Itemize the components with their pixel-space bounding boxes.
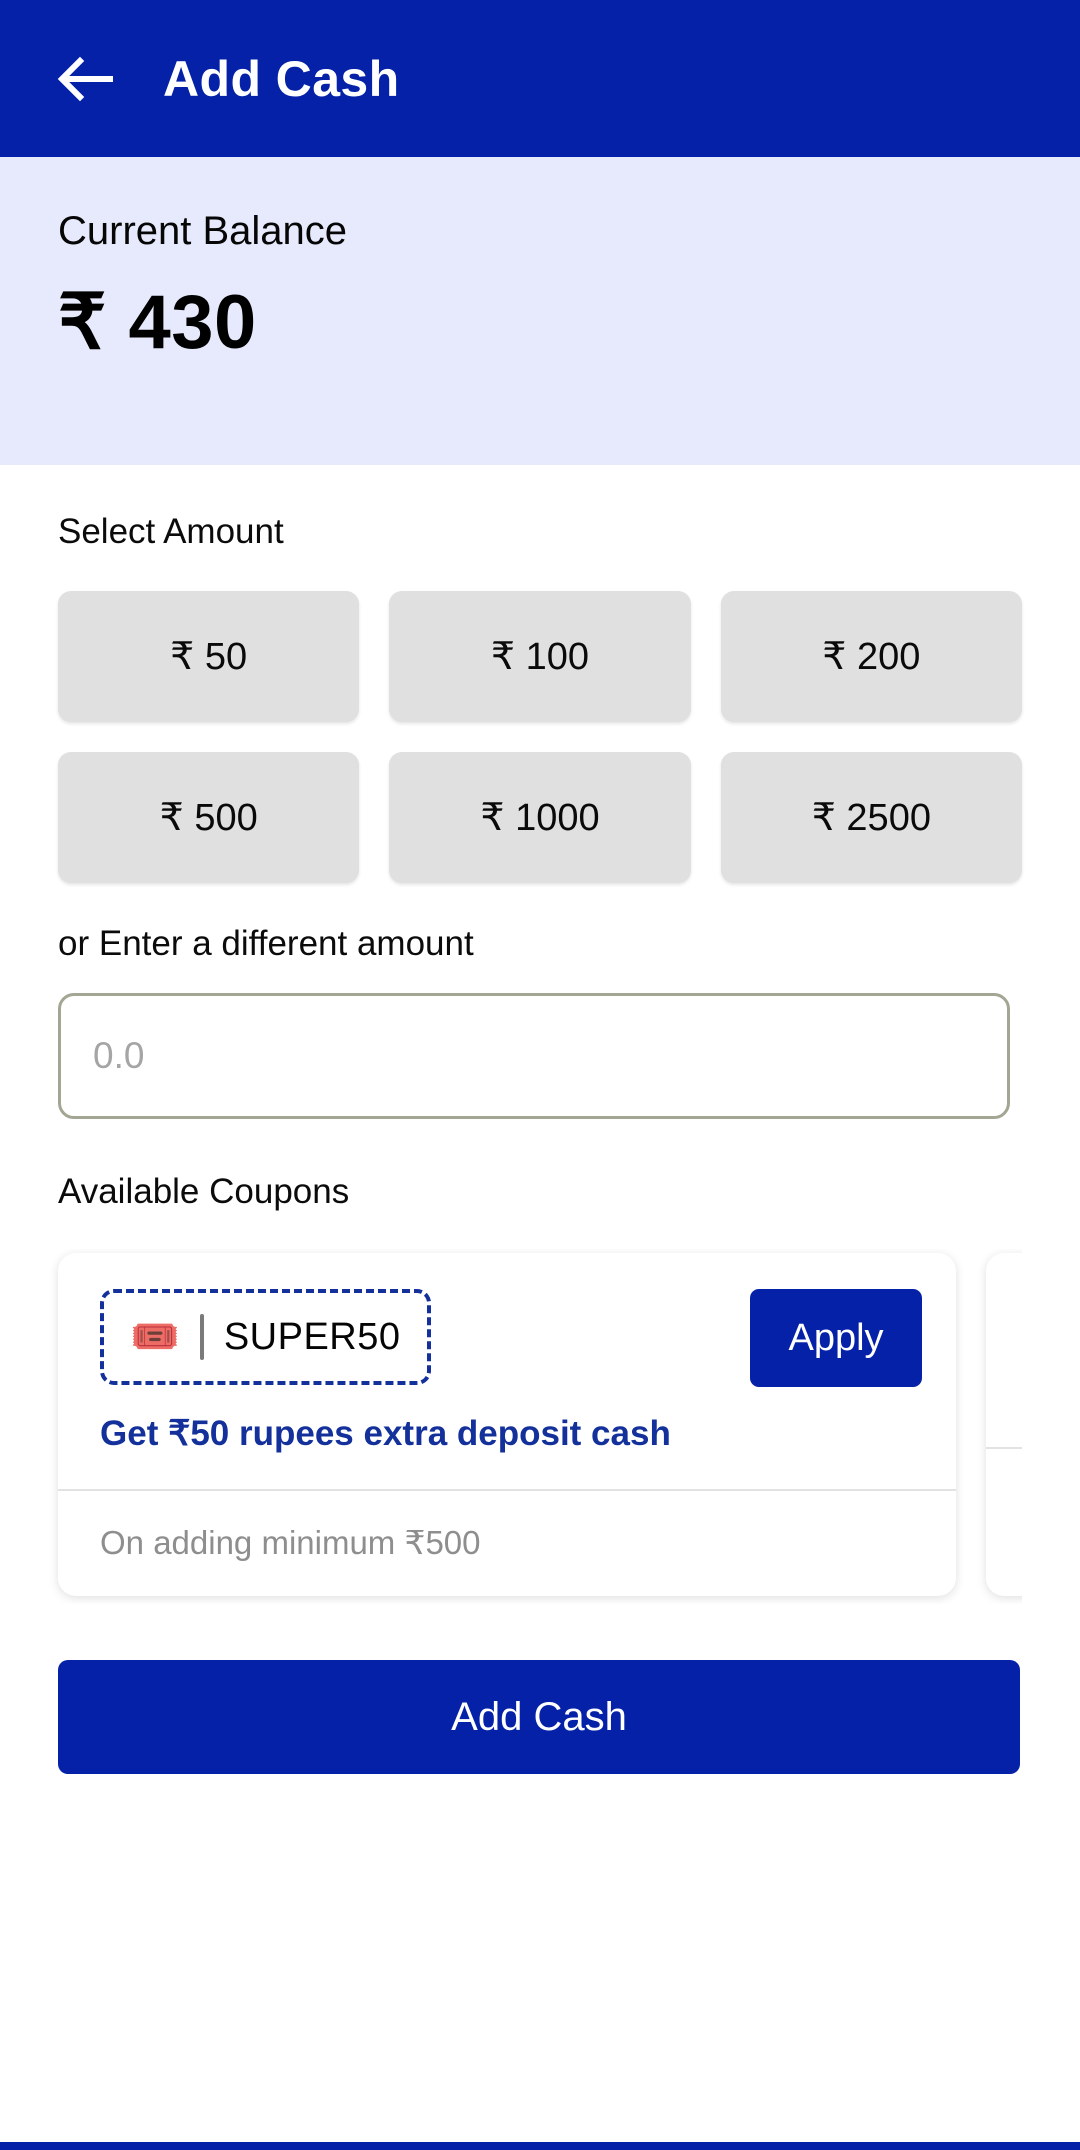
amount-chip-2500[interactable]: ₹ 2500 — [720, 752, 1022, 883]
content-area: Select Amount ₹ 50 ₹ 100 ₹ 200 ₹ 500 ₹ 1… — [0, 465, 1080, 2150]
bottom-navigation-strip — [0, 2142, 1080, 2150]
available-coupons-label: Available Coupons — [58, 1172, 350, 1211]
coupon-code: SUPER50 — [223, 1315, 401, 1358]
amount-chip-1000[interactable]: ₹ 1000 — [389, 752, 691, 883]
add-cash-button[interactable]: Add Cash — [58, 1660, 1020, 1774]
balance-label: Current Balance — [58, 209, 348, 253]
coupon-header — [986, 1253, 1022, 1387]
app-bar: Add Cash — [0, 0, 1080, 157]
add-cash-screen: Add Cash Current Balance ₹ 430 Select Am… — [0, 0, 1080, 2150]
divider — [199, 1314, 204, 1360]
arrow-left-icon — [57, 56, 113, 101]
back-button[interactable] — [52, 40, 130, 118]
coupon-header: 🎟️ SUPER50 Apply — [58, 1253, 956, 1387]
amount-chip-200[interactable]: ₹ 200 — [720, 591, 1022, 722]
current-balance-card: Current Balance ₹ 430 — [0, 157, 1080, 465]
custom-amount-label: or Enter a different amount — [58, 924, 474, 963]
coupon-card[interactable]: 🎟️ SUPER50 Apply Get ₹50 rupees extra de… — [58, 1253, 956, 1596]
select-amount-label: Select Amount — [58, 512, 284, 551]
amount-chip-100[interactable]: ₹ 100 — [389, 591, 691, 722]
amount-chip-50[interactable]: ₹ 50 — [58, 591, 360, 722]
page-title: Add Cash — [163, 50, 400, 107]
coupon-carousel[interactable]: 🎟️ SUPER50 Apply Get ₹50 rupees extra de… — [48, 1249, 1022, 1604]
coupon-code-box: 🎟️ SUPER50 — [100, 1289, 431, 1385]
coupon-condition — [986, 1449, 1022, 1515]
amount-chip-grid: ₹ 50 ₹ 100 ₹ 200 ₹ 500 ₹ 1000 ₹ 2500 — [58, 591, 1022, 883]
coupon-condition: On adding minimum ₹500 — [100, 1524, 481, 1561]
apply-coupon-button[interactable]: Apply — [750, 1289, 922, 1387]
ticket-icon: 🎟️ — [130, 1315, 180, 1359]
amount-chip-500[interactable]: ₹ 500 — [58, 752, 360, 883]
custom-amount-input[interactable] — [58, 993, 1010, 1119]
coupon-description: Get ₹50 rupees extra deposit cash — [100, 1414, 671, 1453]
balance-amount: ₹ 430 — [58, 280, 257, 365]
coupon-description — [986, 1387, 1022, 1447]
coupon-card[interactable] — [986, 1253, 1022, 1596]
